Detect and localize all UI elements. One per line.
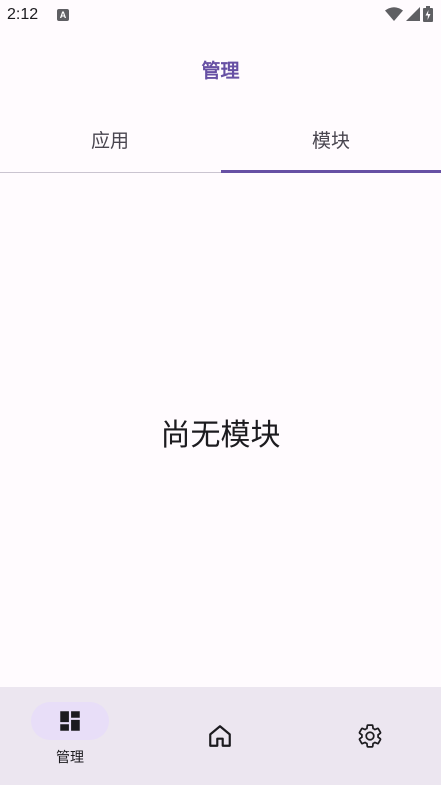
empty-state-message: 尚无模块 [160, 418, 281, 453]
dashboard-icon [60, 711, 80, 731]
nav-label-manage: 管理 [56, 750, 84, 766]
home-icon [209, 725, 231, 747]
signal-icon [406, 7, 420, 21]
battery-charging-icon [423, 6, 433, 22]
a-icon: A [57, 9, 69, 21]
nav-item-home[interactable] [147, 687, 294, 785]
tab-indicator [221, 170, 441, 173]
tab-bar: 应用 模块 [0, 110, 441, 173]
status-bar: 2:12 A [0, 0, 441, 30]
tab-apps[interactable]: 应用 [0, 110, 220, 172]
nav-item-settings[interactable] [294, 687, 441, 785]
status-icons [385, 6, 433, 22]
tab-modules[interactable]: 模块 [221, 110, 441, 172]
status-time: 2:12 [7, 6, 39, 23]
bottom-navigation: 管理 [0, 687, 441, 785]
settings-icon [358, 724, 382, 748]
page-title: 管理 [201, 60, 240, 82]
wifi-icon [385, 7, 403, 21]
nav-item-manage[interactable]: 管理 [0, 687, 147, 785]
